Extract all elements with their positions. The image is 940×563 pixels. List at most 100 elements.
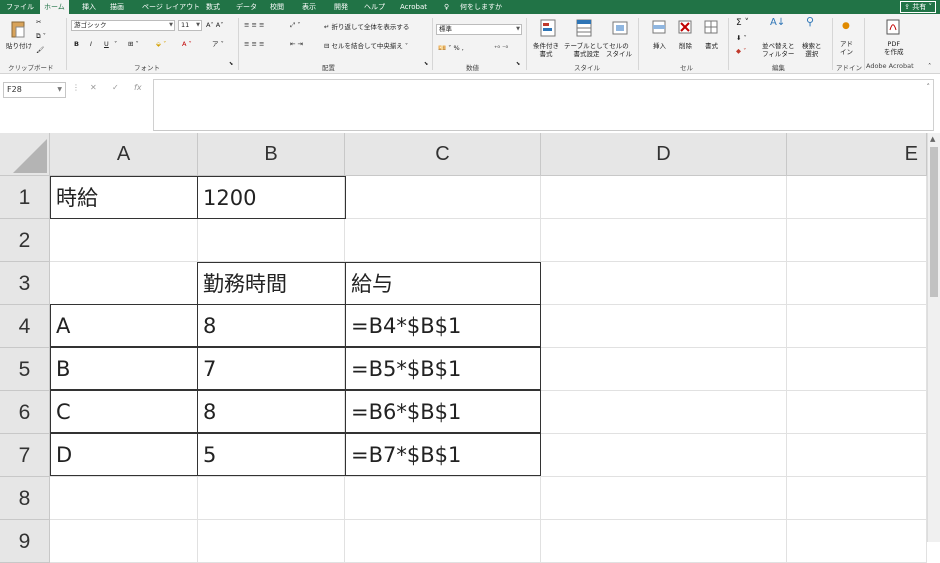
tab-view[interactable]: 表示 — [302, 0, 316, 14]
column-header-c[interactable]: C — [345, 133, 541, 176]
dialog-launcher-icon[interactable]: ⬊ — [516, 60, 520, 68]
tab-page-layout[interactable]: ページ レイアウト — [142, 0, 200, 14]
paste-icon[interactable] — [10, 20, 26, 38]
empty-cell[interactable] — [541, 176, 787, 219]
format-cells-icon[interactable] — [704, 20, 718, 34]
empty-cell[interactable] — [787, 305, 927, 348]
italic-button[interactable]: I — [90, 40, 92, 48]
more-options-icon[interactable]: ⋮ — [72, 83, 80, 92]
empty-cell[interactable] — [345, 176, 541, 219]
empty-cell[interactable] — [541, 262, 787, 305]
pdf-icon[interactable] — [886, 19, 900, 35]
format-painter-icon[interactable]: 🖌 — [36, 46, 44, 54]
empty-cell[interactable] — [787, 477, 927, 520]
tab-insert[interactable]: 挿入 — [82, 0, 96, 14]
font-name-combo[interactable]: 游ゴシック ▼ — [71, 20, 175, 31]
row-header-6[interactable]: 6 — [0, 391, 50, 434]
decimal-icon[interactable]: ⁺⁰ ⁻⁰ — [494, 44, 508, 52]
sort-filter-button[interactable]: 並べ替えと フィルター — [762, 42, 795, 58]
underline-dropdown-icon[interactable]: ˅ — [114, 40, 117, 48]
format-button[interactable]: 書式 — [705, 42, 718, 50]
dialog-launcher-icon[interactable]: ⬊ — [229, 60, 233, 68]
tab-review[interactable]: 校閲 — [270, 0, 284, 14]
sort-filter-icon[interactable]: A↓ — [770, 18, 785, 28]
delete-button[interactable]: 削除 — [679, 42, 692, 50]
chevron-up-icon[interactable]: ˄ — [927, 83, 931, 91]
wrap-text-button[interactable]: ↵ 折り返して全体を表示する — [324, 23, 409, 31]
row-header-5[interactable]: 5 — [0, 348, 50, 391]
border-icon[interactable]: ⊞ ˅ — [128, 40, 139, 48]
tab-file[interactable]: ファイル — [6, 0, 34, 14]
tab-data[interactable]: データ — [236, 0, 257, 14]
conditional-format-button[interactable]: 条件付き 書式 — [533, 42, 559, 58]
currency-icon[interactable]: 💴 ˅ % , — [438, 44, 464, 52]
insert-button[interactable]: 挿入 — [653, 42, 666, 50]
formula-input[interactable]: ˄ — [153, 79, 934, 131]
empty-cell[interactable] — [541, 219, 787, 262]
phonetic-icon[interactable]: ア ˅ — [212, 40, 224, 48]
cut-icon[interactable]: ✂ — [36, 18, 41, 26]
collapse-ribbon-icon[interactable]: ˄ — [928, 62, 931, 70]
conditional-format-icon[interactable] — [540, 19, 556, 37]
empty-cell[interactable] — [50, 262, 198, 305]
empty-cell[interactable] — [345, 219, 541, 262]
tab-help[interactable]: ヘルプ — [364, 0, 385, 14]
dialog-launcher-icon[interactable]: ⬊ — [424, 60, 428, 68]
cell-a5[interactable]: B — [50, 347, 198, 390]
cell-c3[interactable]: 給与 — [345, 262, 541, 305]
grow-font-icon[interactable]: A˄ A˅ — [206, 21, 223, 29]
row-header-4[interactable]: 4 — [0, 305, 50, 348]
cell-c4[interactable]: =B4*$B$1 — [345, 304, 541, 347]
scroll-up-icon[interactable]: ▲ — [930, 135, 935, 143]
cell-b6[interactable]: 8 — [197, 390, 346, 433]
scrollbar-thumb[interactable] — [930, 147, 938, 297]
empty-cell[interactable] — [541, 305, 787, 348]
cell-b5[interactable]: 7 — [197, 347, 346, 390]
row-header-2[interactable]: 2 — [0, 219, 50, 262]
cell-b7[interactable]: 5 — [197, 433, 346, 476]
fill-icon[interactable]: ⬇ ˅ — [736, 34, 747, 42]
row-header-7[interactable]: 7 — [0, 434, 50, 477]
autosum-icon[interactable]: Σ ˅ — [736, 19, 749, 28]
tab-draw[interactable]: 描画 — [110, 0, 124, 14]
empty-cell[interactable] — [198, 219, 345, 262]
cancel-icon[interactable]: ✕ — [90, 83, 97, 92]
fill-color-icon[interactable]: ⬙ ˅ — [156, 40, 166, 48]
row-header-1[interactable]: 1 — [0, 176, 50, 219]
indent-icon[interactable]: ⇤ ⇥ — [290, 40, 303, 48]
select-all-button[interactable] — [0, 133, 50, 176]
tab-home[interactable]: ホーム — [40, 0, 69, 14]
format-as-table-button[interactable]: テーブルとして 書式設定 — [564, 42, 609, 58]
tab-formulas[interactable]: 数式 — [206, 0, 220, 14]
column-header-e[interactable]: E — [787, 133, 927, 176]
empty-cell[interactable] — [787, 434, 927, 477]
empty-cell[interactable] — [787, 391, 927, 434]
font-size-combo[interactable]: 11 ▼ — [178, 20, 202, 31]
cell-c6[interactable]: =B6*$B$1 — [345, 390, 541, 433]
vertical-scrollbar[interactable]: ▲ — [927, 133, 940, 542]
paste-button[interactable]: 貼り付け — [6, 42, 32, 50]
font-color-icon[interactable]: A ˅ — [182, 40, 192, 48]
cell-a6[interactable]: C — [50, 390, 198, 433]
addins-icon[interactable]: ● — [842, 22, 850, 31]
clear-icon[interactable]: ◆ ˅ — [736, 47, 746, 55]
find-select-button[interactable]: 検索と 選択 — [802, 42, 822, 58]
bold-button[interactable]: B — [74, 40, 79, 48]
empty-cell[interactable] — [541, 348, 787, 391]
empty-cell[interactable] — [787, 176, 927, 219]
cell-a4[interactable]: A — [50, 304, 198, 347]
cell-b3[interactable]: 勤務時間 — [197, 262, 346, 305]
share-button[interactable]: ⇪ 共有 ˅ — [900, 1, 936, 13]
tab-developer[interactable]: 開発 — [334, 0, 348, 14]
column-header-a[interactable]: A — [50, 133, 198, 176]
cell-c7[interactable]: =B7*$B$1 — [345, 433, 541, 476]
column-header-b[interactable]: B — [198, 133, 345, 176]
cell-c5[interactable]: =B5*$B$1 — [345, 347, 541, 390]
enter-icon[interactable]: ✓ — [112, 83, 119, 92]
cell-a1[interactable]: 時給 — [50, 176, 198, 219]
tab-acrobat[interactable]: Acrobat — [400, 0, 427, 14]
empty-cell[interactable] — [50, 477, 198, 520]
orientation-icon[interactable]: ⤢ ˅ — [290, 21, 301, 29]
empty-cell[interactable] — [787, 219, 927, 262]
underline-button[interactable]: U — [104, 40, 109, 48]
